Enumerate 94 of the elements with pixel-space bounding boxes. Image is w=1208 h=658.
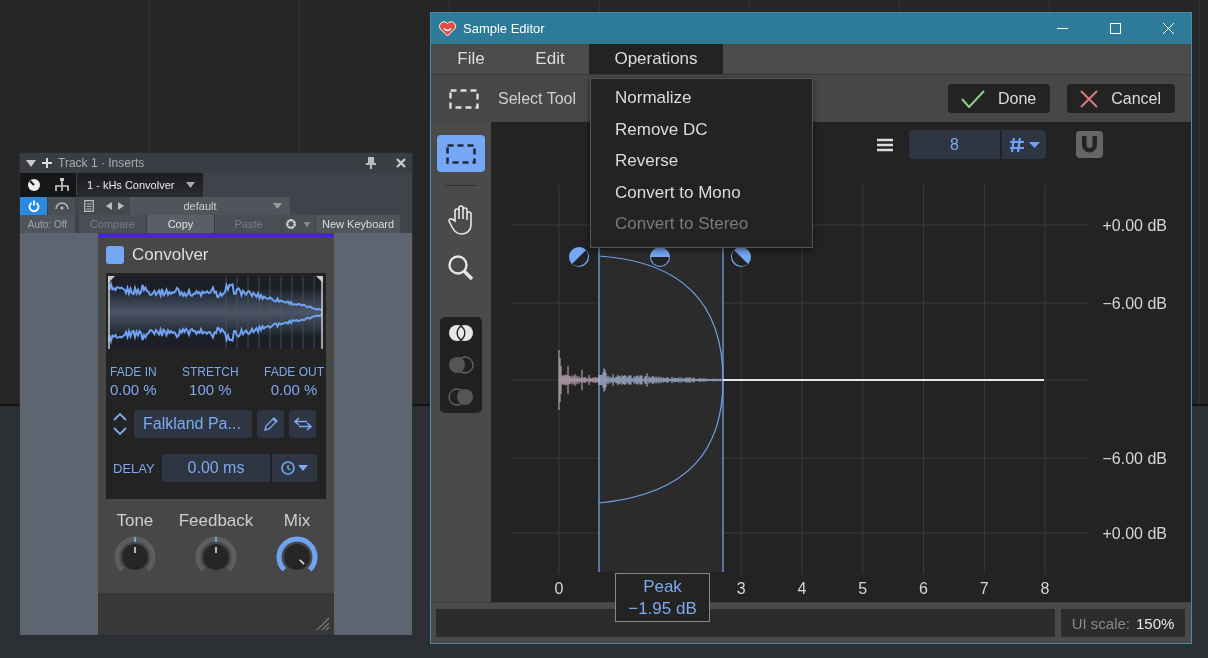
pin-icon[interactable] xyxy=(366,157,376,169)
preset-action-button[interactable]: Copy xyxy=(146,215,214,233)
overlapping-circles-icon xyxy=(446,387,476,407)
tool-label: Select Tool xyxy=(498,89,576,108)
collapse-caret-icon[interactable] xyxy=(26,159,36,167)
caret-icon xyxy=(1028,141,1040,148)
caret-icon xyxy=(298,465,308,471)
impulse-name-field[interactable]: Falkland Pa... xyxy=(134,410,252,438)
menu-icon[interactable] xyxy=(877,137,893,152)
menu-item[interactable]: File xyxy=(431,44,511,74)
db-label: +0.00 dB xyxy=(1102,217,1167,234)
clock-icon xyxy=(281,461,295,475)
scale-value: 150% xyxy=(1136,614,1175,632)
heart-logo-icon xyxy=(439,20,456,37)
menu-option[interactable]: Convert to Mono xyxy=(591,177,812,209)
pencil-icon xyxy=(262,416,279,432)
sync-dropdown[interactable] xyxy=(270,454,317,482)
param-label: STRETCH xyxy=(182,365,239,379)
up-down-chevron-icon[interactable] xyxy=(112,410,129,438)
time-label: 3 xyxy=(736,580,746,597)
search-icon xyxy=(447,254,475,282)
caret-icon xyxy=(273,203,282,209)
preset-dropdown[interactable]: default xyxy=(130,197,290,215)
time-label: 0 xyxy=(554,580,564,597)
enable-checkbox[interactable] xyxy=(106,246,124,264)
hash-icon xyxy=(1008,136,1025,153)
close-icon[interactable] xyxy=(396,158,406,168)
window-title: Track 1 · Inserts xyxy=(58,156,145,170)
fade-in-handle[interactable] xyxy=(569,247,589,267)
power-button[interactable] xyxy=(20,197,47,215)
overlapping-circles-icon xyxy=(446,355,476,375)
menu-option[interactable]: Reverse xyxy=(591,146,812,178)
close-icon xyxy=(1079,88,1100,109)
time-label: 5 xyxy=(858,580,868,597)
delay-field[interactable]: 0.00 ms xyxy=(162,454,270,482)
caret-icon xyxy=(186,182,196,188)
menu-item[interactable]: Operations xyxy=(589,44,723,74)
knob-icon[interactable] xyxy=(26,178,41,192)
hand-icon xyxy=(448,205,474,235)
tooltip-title: Peak xyxy=(643,575,682,598)
done-button[interactable]: Done xyxy=(947,84,1051,113)
settings-icon[interactable] xyxy=(285,218,297,230)
time-label: 4 xyxy=(797,580,807,597)
power-icon xyxy=(27,200,40,212)
add-icon[interactable] xyxy=(42,158,52,168)
param-value: 0.00 % xyxy=(110,381,157,398)
knob-label: Mix xyxy=(283,511,311,531)
plugin-title: Convolver xyxy=(132,245,209,265)
maximize-icon xyxy=(1109,23,1121,34)
magnet-icon[interactable] xyxy=(1076,131,1103,158)
keyboard-button[interactable]: New Keyboard xyxy=(316,215,401,233)
menu-option[interactable]: Remove DC xyxy=(591,114,812,146)
overlapping-circles-icon xyxy=(446,323,476,343)
select-tool-icon xyxy=(446,143,476,164)
channel-mode-button[interactable] xyxy=(446,323,476,343)
db-label: +0.00 dB xyxy=(1102,525,1167,542)
fade-curve[interactable] xyxy=(598,255,724,504)
db-label: −6.00 dB xyxy=(1102,295,1167,312)
param-value: 100 % xyxy=(189,381,232,398)
curve-handle[interactable] xyxy=(650,247,670,267)
param-label: FADE OUT xyxy=(263,365,324,379)
close-icon xyxy=(1162,23,1174,34)
time-label: 7 xyxy=(979,580,989,597)
delay-label: DELAY xyxy=(113,460,156,476)
check-icon xyxy=(959,88,986,109)
grid-dropdown[interactable] xyxy=(1000,130,1046,159)
routing-icon[interactable] xyxy=(53,178,70,192)
select-tool-icon xyxy=(449,88,479,109)
fade-out-handle[interactable] xyxy=(731,247,751,267)
time-label: 8 xyxy=(1040,580,1050,597)
menu-item[interactable]: Edit xyxy=(511,44,589,74)
edit-button[interactable] xyxy=(257,410,284,438)
plugin-selector[interactable]: 1 - kHs Convolver xyxy=(77,173,203,197)
window-title: Sample Editor xyxy=(463,21,545,36)
tooltip-value: −1.95 dB xyxy=(628,597,697,620)
menu-option[interactable]: Normalize xyxy=(591,83,812,115)
grid-value-field[interactable]: 8 xyxy=(909,130,1000,159)
db-label: −6.00 dB xyxy=(1102,450,1167,467)
previous-arrow-icon[interactable] xyxy=(106,202,112,210)
knob-label: Feedback xyxy=(178,511,254,531)
resize-grip-icon[interactable] xyxy=(314,615,330,631)
swap-button[interactable] xyxy=(289,410,316,438)
scale-label: UI scale: xyxy=(1071,614,1130,632)
swap-arrows-icon xyxy=(292,417,313,431)
arc-icon[interactable] xyxy=(54,202,69,210)
next-arrow-icon[interactable] xyxy=(118,202,124,210)
select-tool-button[interactable] xyxy=(437,135,485,172)
automation-label: Auto: Off xyxy=(20,215,75,233)
param-label: FADE IN xyxy=(110,365,157,379)
param-value: 0.00 % xyxy=(270,381,318,398)
cancel-button[interactable]: Cancel xyxy=(1067,84,1175,113)
knob-label: Tone xyxy=(116,511,154,531)
document-icon[interactable] xyxy=(84,200,94,212)
time-label: 6 xyxy=(919,580,928,597)
